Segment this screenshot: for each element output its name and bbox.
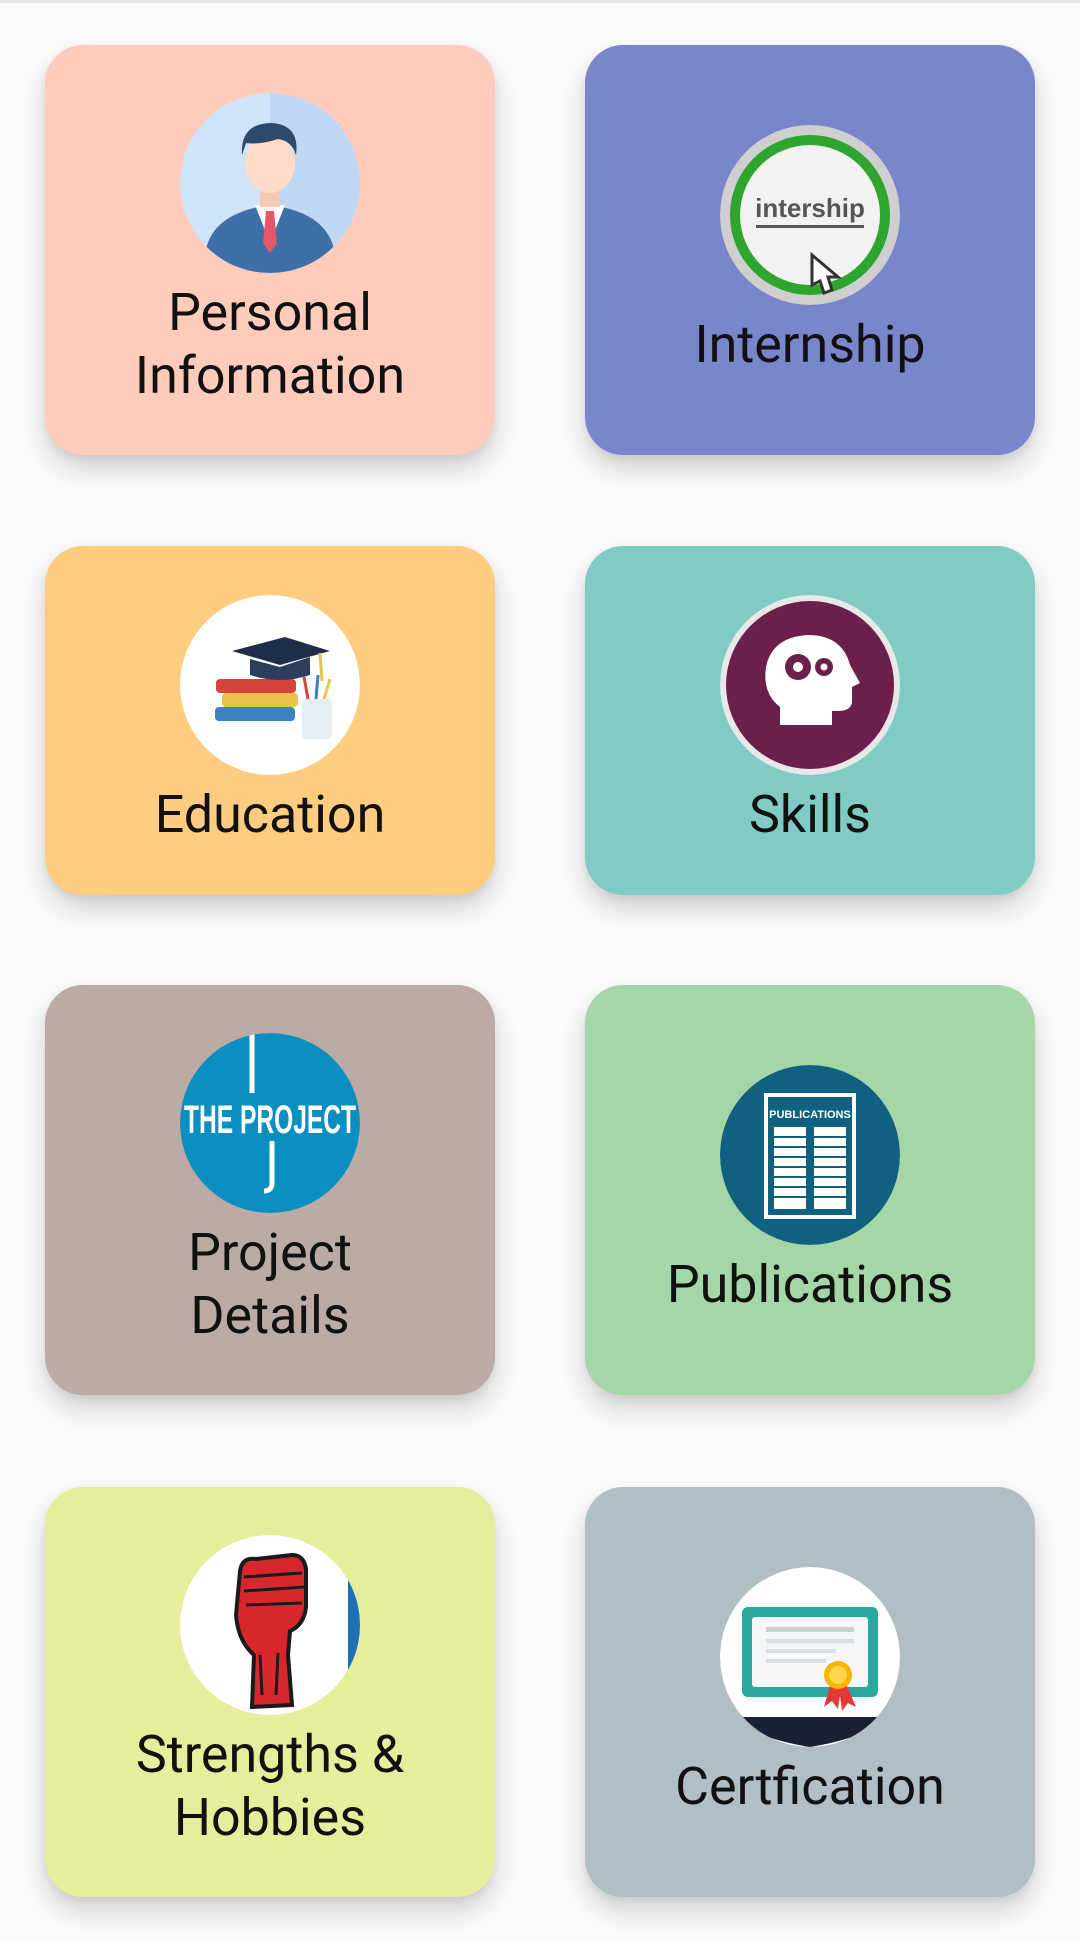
the-project-logo-icon: THE PROJECT (180, 1033, 360, 1213)
card-label: Project Details (188, 1222, 352, 1346)
businessman-avatar-icon (180, 93, 360, 273)
card-label: Publications (666, 1253, 954, 1315)
card-label: Education (154, 784, 386, 845)
internship-button-icon: intership (720, 124, 900, 305)
certification-card[interactable]: Certfication (585, 1487, 1035, 1897)
project-details-card[interactable]: THE PROJECT Project Details (45, 985, 495, 1395)
graduation-books-icon (180, 595, 360, 775)
publications-card[interactable]: PUBLICATIONS Publications (585, 985, 1035, 1395)
publications-document-icon: PUBLICATIONS (720, 1064, 900, 1245)
top-divider (0, 0, 1080, 3)
card-label: Personal Information (134, 282, 406, 406)
certificate-icon (720, 1566, 900, 1747)
card-label: Certfication (675, 1755, 945, 1817)
strengths-hobbies-card[interactable]: Strengths & Hobbies (45, 1487, 495, 1897)
personal-information-card[interactable]: Personal Information (45, 45, 495, 455)
head-gears-icon (720, 595, 900, 775)
education-card[interactable]: Education (45, 546, 495, 895)
skills-card[interactable]: Skills (585, 546, 1035, 895)
card-label: Strengths & Hobbies (135, 1724, 405, 1848)
svg-text:PUBLICATIONS: PUBLICATIONS (769, 1109, 851, 1121)
card-label: Internship (694, 313, 926, 375)
raised-fist-icon (180, 1535, 360, 1715)
svg-text:THE PROJECT: THE PROJECT (184, 1098, 356, 1142)
svg-text:intership: intership (755, 193, 865, 223)
card-label: Skills (748, 784, 871, 845)
internship-card[interactable]: intership Internship (585, 45, 1035, 455)
